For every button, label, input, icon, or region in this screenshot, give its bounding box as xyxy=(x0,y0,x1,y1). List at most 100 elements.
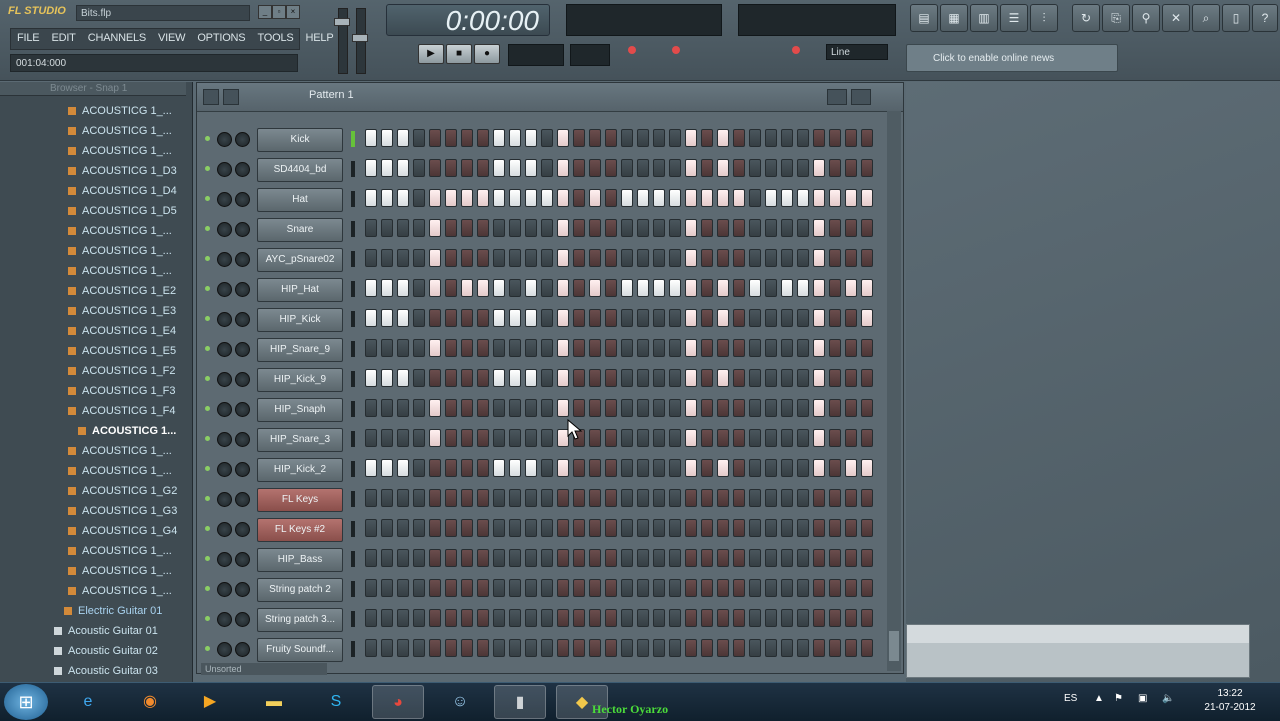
step-button[interactable] xyxy=(589,429,601,447)
step-button[interactable] xyxy=(397,549,409,567)
step-button[interactable] xyxy=(637,579,649,597)
step-button[interactable] xyxy=(509,489,521,507)
step-button[interactable] xyxy=(765,399,777,417)
browser-item[interactable]: ACOUSTICG 1_... xyxy=(68,261,172,281)
browser-item[interactable]: ACOUSTICG 1_G4 xyxy=(68,521,177,541)
step-button[interactable] xyxy=(653,339,665,357)
step-button[interactable] xyxy=(493,249,505,267)
step-button[interactable] xyxy=(605,279,617,297)
step-button[interactable] xyxy=(413,129,425,147)
channel-select-indicator[interactable] xyxy=(351,191,355,207)
step-button[interactable] xyxy=(461,399,473,417)
step-button[interactable] xyxy=(397,339,409,357)
step-button[interactable] xyxy=(397,459,409,477)
step-button[interactable] xyxy=(461,189,473,207)
step-button[interactable] xyxy=(813,489,825,507)
step-button[interactable] xyxy=(765,129,777,147)
step-button[interactable] xyxy=(845,429,857,447)
step-button[interactable] xyxy=(813,339,825,357)
step-button[interactable] xyxy=(813,549,825,567)
help-icon[interactable]: ? xyxy=(1252,4,1278,32)
browser-item[interactable]: ACOUSTICG 1_E4 xyxy=(68,321,176,341)
step-button[interactable] xyxy=(445,459,457,477)
step-button[interactable] xyxy=(381,369,393,387)
step-button[interactable] xyxy=(861,429,873,447)
step-button[interactable] xyxy=(445,549,457,567)
step-button[interactable] xyxy=(477,309,489,327)
browser-icon[interactable]: ☰ xyxy=(1000,4,1028,32)
step-button[interactable] xyxy=(717,159,729,177)
browser-item[interactable]: ACOUSTICG 1_D5 xyxy=(68,201,177,221)
step-button[interactable] xyxy=(861,249,873,267)
step-button[interactable] xyxy=(701,639,713,657)
channel-name-button[interactable]: FL Keys #2 xyxy=(257,518,343,542)
step-button[interactable] xyxy=(717,249,729,267)
step-button[interactable] xyxy=(765,279,777,297)
step-button[interactable] xyxy=(669,279,681,297)
piano-roll-icon[interactable]: ▥ xyxy=(970,4,998,32)
step-button[interactable] xyxy=(685,519,697,537)
step-button[interactable] xyxy=(845,309,857,327)
refresh-icon[interactable]: ↻ xyxy=(1072,4,1100,32)
channel-volume-knob[interactable] xyxy=(235,402,250,417)
step-button[interactable] xyxy=(637,189,649,207)
step-button[interactable] xyxy=(445,579,457,597)
step-button[interactable] xyxy=(733,339,745,357)
step-button[interactable] xyxy=(381,489,393,507)
step-button[interactable] xyxy=(765,249,777,267)
step-button[interactable] xyxy=(381,189,393,207)
step-button[interactable] xyxy=(605,639,617,657)
step-button[interactable] xyxy=(589,279,601,297)
system-clock[interactable]: 13:22 21-07-2012 xyxy=(1200,687,1260,715)
step-button[interactable] xyxy=(685,309,697,327)
network-icon[interactable]: ▣ xyxy=(1138,693,1147,704)
step-button[interactable] xyxy=(509,429,521,447)
step-button[interactable] xyxy=(589,459,601,477)
step-button[interactable] xyxy=(781,189,793,207)
step-button[interactable] xyxy=(397,219,409,237)
step-button[interactable] xyxy=(829,609,841,627)
step-button[interactable] xyxy=(381,579,393,597)
record-button[interactable]: ● xyxy=(474,44,500,64)
channel-name-button[interactable]: HIP_Bass xyxy=(257,548,343,572)
step-button[interactable] xyxy=(829,249,841,267)
step-button[interactable] xyxy=(861,129,873,147)
step-button[interactable] xyxy=(541,339,553,357)
skype-icon[interactable]: S xyxy=(310,685,362,719)
step-button[interactable] xyxy=(477,219,489,237)
channel-volume-knob[interactable] xyxy=(235,582,250,597)
stop-button[interactable]: ■ xyxy=(446,44,472,64)
step-button[interactable] xyxy=(445,429,457,447)
step-button[interactable] xyxy=(845,549,857,567)
step-button[interactable] xyxy=(829,159,841,177)
step-button[interactable] xyxy=(413,339,425,357)
step-button[interactable] xyxy=(429,429,441,447)
step-button[interactable] xyxy=(525,129,537,147)
step-button[interactable] xyxy=(525,519,537,537)
step-button[interactable] xyxy=(429,459,441,477)
step-button[interactable] xyxy=(557,309,569,327)
step-button[interactable] xyxy=(573,519,585,537)
step-button[interactable] xyxy=(669,519,681,537)
step-button[interactable] xyxy=(781,549,793,567)
step-button[interactable] xyxy=(829,339,841,357)
channel-pan-knob[interactable] xyxy=(217,402,232,417)
step-button[interactable] xyxy=(813,399,825,417)
step-button[interactable] xyxy=(621,279,633,297)
step-button[interactable] xyxy=(525,489,537,507)
browser-item[interactable]: ACOUSTICG 1_E3 xyxy=(68,301,176,321)
channel-select-indicator[interactable] xyxy=(351,341,355,357)
step-button[interactable] xyxy=(813,309,825,327)
step-button[interactable] xyxy=(717,309,729,327)
browser-item[interactable]: ACOUSTICG 1... xyxy=(78,421,176,441)
channel-mute-led-icon[interactable] xyxy=(205,616,210,621)
step-button[interactable] xyxy=(429,309,441,327)
step-button[interactable] xyxy=(621,159,633,177)
channel-pan-knob[interactable] xyxy=(217,462,232,477)
channel-mute-led-icon[interactable] xyxy=(205,556,210,561)
step-button[interactable] xyxy=(445,129,457,147)
step-button[interactable] xyxy=(493,549,505,567)
channel-select-indicator[interactable] xyxy=(351,281,355,297)
step-button[interactable] xyxy=(685,429,697,447)
browser-item[interactable]: Acoustic Guitar 01 xyxy=(54,621,158,641)
